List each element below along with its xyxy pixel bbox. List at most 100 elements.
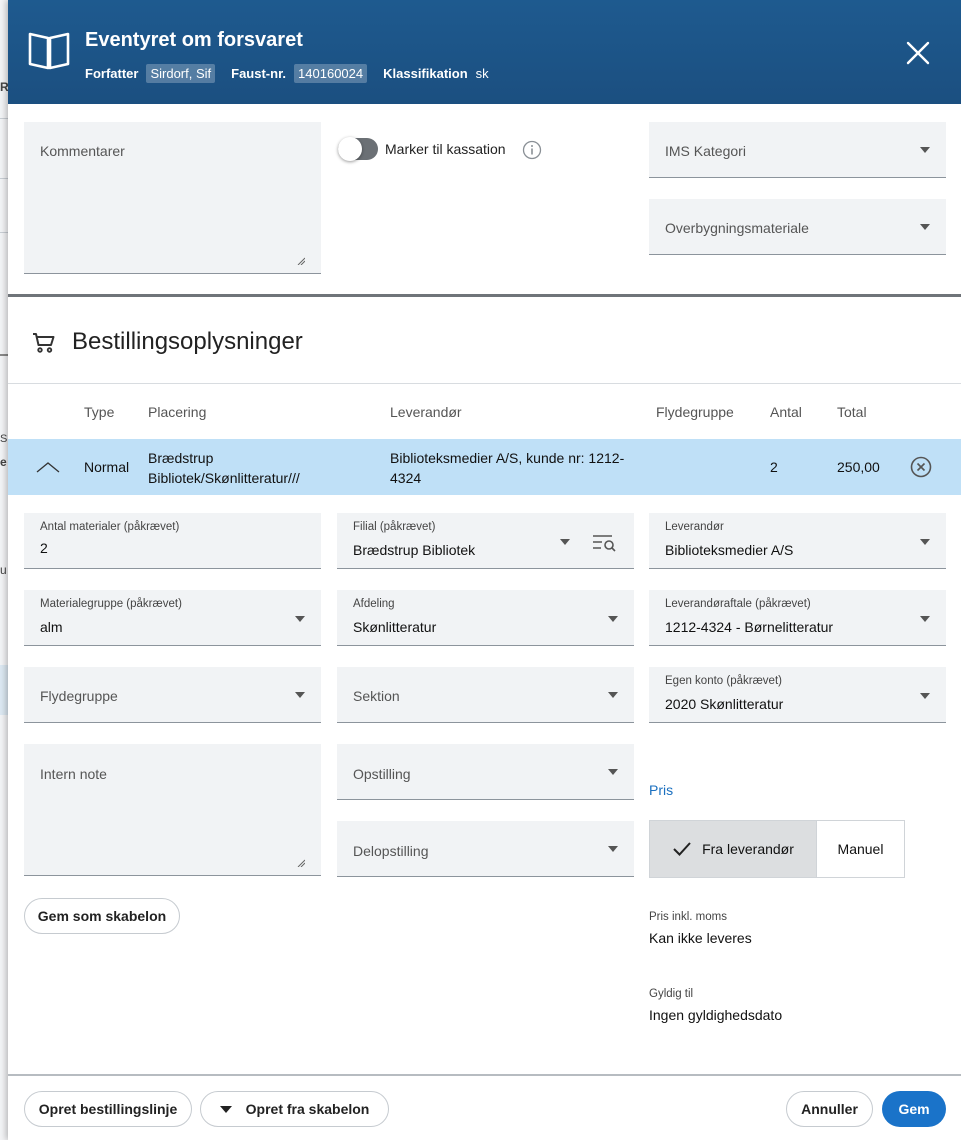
supplier-select[interactable]: Leverandør Biblioteksmedier A/S [649,513,946,569]
book-icon [28,32,70,70]
row-quantity: 2 [770,459,778,475]
supplier-agreement-value: 1212-4324 - Børnelitteratur [665,619,834,635]
chevron-down-icon [608,692,618,698]
info-icon[interactable] [522,140,542,160]
price-label: Pris [649,782,674,798]
background-fragment: e [0,455,7,469]
row-supplier-line2: 4324 [390,470,422,486]
chevron-down-icon [608,846,618,852]
section-select[interactable]: Sektion [337,667,634,723]
close-icon[interactable] [905,40,931,66]
record-metadata: Forfatter Sirdorf, Sif Faust-nr. 1401600… [85,64,489,83]
create-order-line-button[interactable]: Opret bestillingslinje [24,1091,192,1127]
supplier-agreement-label: Leverandøraftale (påkrævet) [665,598,811,610]
classification-value: sk [475,66,489,81]
price-manual-option[interactable]: Manuel [816,821,904,877]
dialog-header: Eventyret om forsvaret Forfatter Sirdorf… [8,0,961,104]
quantity-label: Antal materialer (påkrævet) [40,521,180,533]
ims-category-label: IMS Kategori [665,143,746,159]
resize-grip-icon[interactable] [297,859,305,867]
valid-until-label: Gyldig til [649,988,694,1000]
row-supplier: Biblioteksmedier A/S, kunde nr: 1212- 43… [390,448,624,488]
discard-toggle[interactable] [338,137,378,161]
own-account-label: Egen konto (påkrævet) [665,675,782,687]
checkmark-icon [673,842,691,856]
create-from-template-button[interactable]: Opret fra skabelon [200,1091,389,1127]
triangle-down-icon [219,1105,232,1113]
own-account-select[interactable]: Egen konto (påkrævet) 2020 Skønlitteratu… [649,667,946,723]
cancel-button[interactable]: Annuller [786,1091,873,1127]
comments-label: Kommentarer [40,143,125,159]
list-search-icon[interactable] [592,533,618,553]
column-header-type: Type [84,404,115,420]
save-template-button[interactable]: Gem som skabelon [24,898,180,934]
branch-value: Brædstrup Bibliotek [353,542,476,558]
faust-label: Faust-nr. [231,66,287,81]
flydegruppe-label: Flydegruppe [40,688,118,704]
author-value: Sirdorf, Sif [146,64,216,83]
chevron-up-icon[interactable] [36,461,60,473]
supplier-agreement-select[interactable]: Leverandøraftale (påkrævet) 1212-4324 - … [649,590,946,646]
material-group-label: Materialegruppe (påkrævet) [40,598,182,610]
ims-category-select[interactable]: IMS Kategori [649,122,946,178]
column-header-total: Total [837,404,867,420]
save-button[interactable]: Gem [882,1091,946,1127]
chevron-down-icon [295,616,305,622]
sub-shelving-label: Delopstilling [353,843,429,859]
price-source-toggle: Fra leverandør Manuel [649,820,905,878]
quantity-input[interactable]: Antal materialer (påkrævet) 2 [24,513,321,569]
shelving-label: Opstilling [353,766,411,782]
order-table-header: Type Placering Leverandør Flydegruppe An… [8,383,961,439]
cart-icon [33,333,55,353]
create-from-template-label: Opret fra skabelon [245,1101,370,1117]
price-incl-vat-value: Kan ikke leveres [649,930,752,946]
price-from-supplier-option[interactable]: Fra leverandør [650,821,816,877]
row-type: Normal [84,459,130,475]
internal-note-textarea[interactable]: Intern note [24,744,321,876]
row-placement-line2: Bibliotek/Skønlitteratur/// [148,470,300,486]
chevron-down-icon [295,692,305,698]
price-from-supplier-label: Fra leverandør [702,841,794,857]
binding-material-select[interactable]: Overbygningsmateriale [649,199,946,255]
faust-value: 140160024 [294,64,368,83]
background-fragment: S [0,433,8,445]
toggle-knob [338,137,362,161]
order-info-header: Bestillingsoplysninger [8,320,961,364]
own-account-value: 2020 Skønlitteratur [665,696,784,712]
chevron-down-icon [608,769,618,775]
flydegruppe-select[interactable]: Flydegruppe [24,667,321,723]
supplier-value: Biblioteksmedier A/S [665,542,794,558]
classification-label: Klassifikation [383,66,468,81]
order-dialog: Eventyret om forsvaret Forfatter Sirdorf… [8,0,961,1140]
footer-divider [8,1074,961,1076]
dialog-title: Eventyret om forsvaret [85,29,303,51]
resize-grip-icon[interactable] [297,257,305,265]
remove-icon[interactable] [910,456,932,478]
internal-note-label: Intern note [40,766,107,782]
chevron-down-icon [920,224,930,230]
comments-textarea[interactable]: Kommentarer [24,122,321,274]
chevron-down-icon [920,539,930,545]
row-supplier-line1: Biblioteksmedier A/S, kunde nr: 1212- [390,450,625,466]
row-placement-line1: Brædstrup [148,450,214,466]
material-group-select[interactable]: Materialegruppe (påkrævet) alm [24,590,321,646]
branch-label: Filial (påkrævet) [353,521,436,533]
shelving-select[interactable]: Opstilling [337,744,634,800]
valid-until-value: Ingen gyldighedsdato [649,1007,783,1023]
background-fragment: u [0,563,7,577]
row-placement: Brædstrup Bibliotek/Skønlitteratur/// [148,448,300,488]
section-label: Sektion [353,688,400,704]
supplier-label: Leverandør [665,521,724,533]
sub-shelving-select[interactable]: Delopstilling [337,821,634,877]
chevron-down-icon [560,539,570,545]
table-row[interactable]: Normal Brædstrup Bibliotek/Skønlitteratu… [8,439,961,495]
department-label: Afdeling [353,598,395,610]
department-select[interactable]: Afdeling Skønlitteratur [337,590,634,646]
column-header-supplier: Leverandør [390,404,462,420]
section-divider [8,294,961,297]
row-total: 250,00 [837,459,880,475]
chevron-down-icon [920,693,930,699]
branch-select[interactable]: Filial (påkrævet) Brædstrup Bibliotek [337,513,634,569]
section-title: Bestillingsoplysninger [72,328,303,355]
chevron-down-icon [608,616,618,622]
